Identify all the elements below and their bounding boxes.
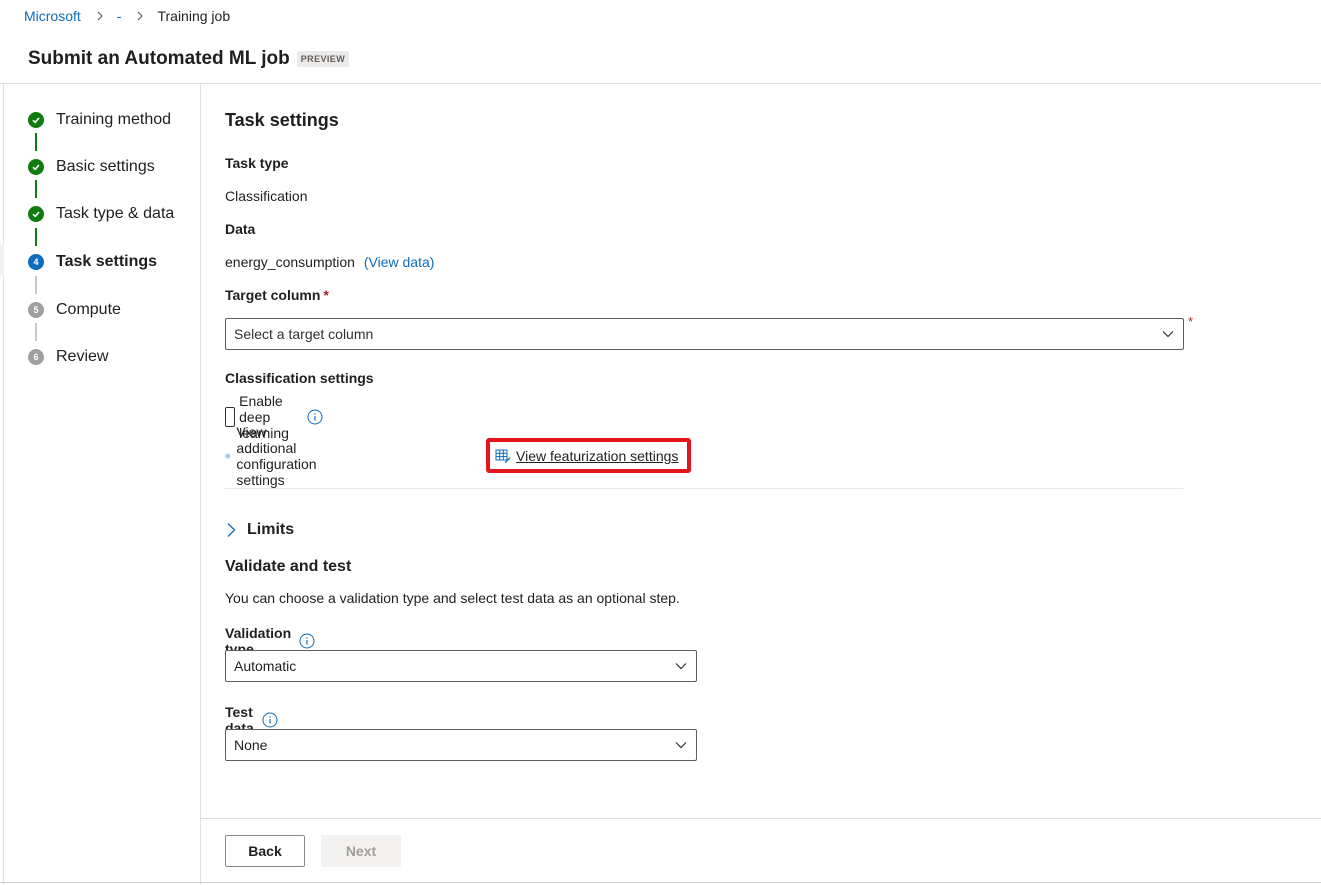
step-number-badge: 5 xyxy=(28,302,44,318)
step-task-type-data[interactable]: Task type & data xyxy=(28,202,198,226)
view-featurization-link[interactable]: View featurization settings xyxy=(486,438,691,473)
classification-settings-label: Classification settings xyxy=(225,370,374,386)
additional-config-link[interactable]: View additional configuration settings xyxy=(225,424,325,488)
chevron-down-icon xyxy=(674,659,688,673)
step-connector xyxy=(35,276,37,294)
step-label: Training method xyxy=(56,111,172,128)
step-connector xyxy=(35,228,37,246)
chevron-down-icon xyxy=(674,738,688,752)
task-type-value: Classification xyxy=(225,188,308,204)
validate-test-description: You can choose a validation type and sel… xyxy=(225,590,680,606)
test-data-value: None xyxy=(234,737,268,753)
config-links-row: View additional configuration settings xyxy=(225,424,325,488)
step-label: Basic settings xyxy=(56,158,155,175)
chevron-down-icon xyxy=(1161,327,1175,341)
validation-type-value: Automatic xyxy=(234,658,297,674)
target-column-label-row: Target column * xyxy=(225,287,329,303)
next-button[interactable]: Next xyxy=(321,835,401,867)
preview-badge: PREVIEW xyxy=(296,51,350,67)
header-divider xyxy=(0,83,1321,84)
check-circle-icon xyxy=(28,159,44,175)
page-title: Submit an Automated ML job xyxy=(28,48,290,69)
step-label: Review xyxy=(56,348,109,365)
target-column-required-marker: * xyxy=(1188,314,1194,329)
limits-expander[interactable]: Limits xyxy=(225,519,294,541)
back-button[interactable]: Back xyxy=(225,835,305,867)
info-icon[interactable] xyxy=(299,633,315,649)
step-basic-settings[interactable]: Basic settings xyxy=(28,155,198,179)
breadcrumb: Microsoft - Training job xyxy=(24,6,230,26)
breadcrumb-link-workspace[interactable]: - xyxy=(117,8,122,24)
step-training-method[interactable]: Training method xyxy=(28,108,198,132)
step-compute[interactable]: 5 Compute xyxy=(28,298,198,322)
data-value: energy_consumption xyxy=(225,254,355,270)
target-column-dropdown[interactable]: Select a target column xyxy=(225,318,1184,350)
chevron-right-icon xyxy=(95,11,105,21)
check-circle-icon xyxy=(28,206,44,222)
target-column-label: Target column xyxy=(225,287,321,303)
step-connector xyxy=(35,180,37,198)
data-row: energy_consumption (View data) xyxy=(225,254,434,270)
sidebar-divider xyxy=(200,84,201,884)
breadcrumb-current: Training job xyxy=(157,8,231,24)
footer-divider xyxy=(201,818,1321,819)
step-label: Compute xyxy=(56,301,121,318)
collapsed-nav-stub[interactable] xyxy=(0,244,4,276)
section-divider xyxy=(225,488,1183,489)
data-label: Data xyxy=(225,221,256,237)
test-data-dropdown[interactable]: None xyxy=(225,729,697,761)
validate-test-title: Validate and test xyxy=(225,558,352,575)
page-header: Submit an Automated ML job PREVIEW xyxy=(28,46,350,72)
gear-icon xyxy=(225,453,231,459)
info-icon[interactable] xyxy=(307,409,323,425)
step-connector xyxy=(35,323,37,341)
bottom-edge-divider xyxy=(0,882,1321,883)
left-edge-divider xyxy=(3,84,4,884)
featurization-label: View featurization settings xyxy=(516,447,679,464)
additional-config-label: View additional configuration settings xyxy=(236,424,317,488)
step-connector xyxy=(35,133,37,151)
view-data-link[interactable]: (View data) xyxy=(364,254,435,270)
task-type-label: Task type xyxy=(225,155,289,171)
chevron-right-icon xyxy=(135,11,145,21)
check-circle-icon xyxy=(28,112,44,128)
target-column-placeholder: Select a target column xyxy=(234,326,374,342)
chevron-right-icon xyxy=(227,523,236,537)
limits-label: Limits xyxy=(247,521,295,538)
step-number-badge: 6 xyxy=(28,349,44,365)
breadcrumb-link-microsoft[interactable]: Microsoft xyxy=(24,8,81,24)
section-title: Task settings xyxy=(225,110,339,130)
step-review[interactable]: 6 Review xyxy=(28,345,198,369)
required-marker: * xyxy=(323,287,329,303)
validation-type-dropdown[interactable]: Automatic xyxy=(225,650,697,682)
featurization-icon xyxy=(495,449,511,463)
step-label: Task type & data xyxy=(56,205,175,222)
step-label: Task settings xyxy=(56,253,158,270)
step-number-badge: 4 xyxy=(28,254,44,270)
step-task-settings[interactable]: 4 Task settings xyxy=(28,250,198,274)
info-icon[interactable] xyxy=(262,712,278,728)
